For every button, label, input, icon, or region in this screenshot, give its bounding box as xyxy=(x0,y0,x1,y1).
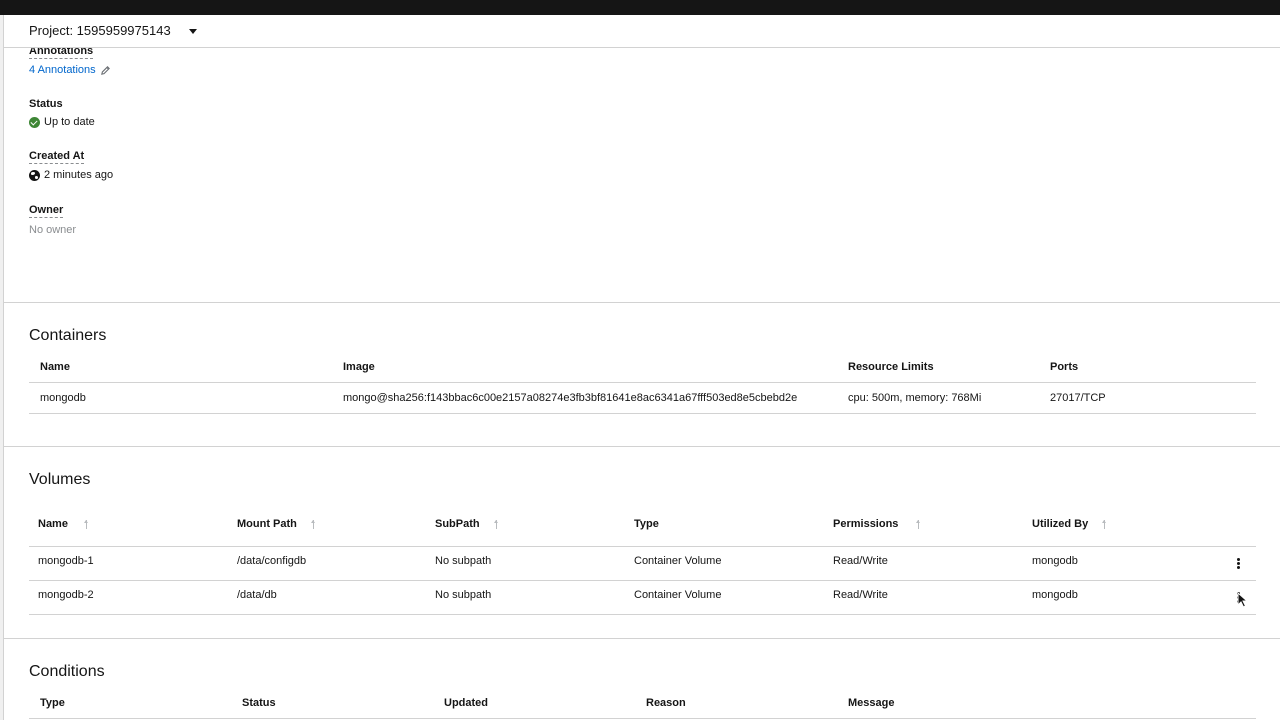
check-circle-icon xyxy=(29,116,40,128)
volume-subpath: No subpath xyxy=(435,555,492,567)
volume-name: mongodb-1 xyxy=(38,555,94,567)
annotations-value[interactable]: 4 Annotations xyxy=(29,64,111,76)
caret-down-icon xyxy=(188,28,197,34)
details-content: Annotations 4 Annotations Status Up to d… xyxy=(4,48,1280,720)
volumes-header-type: Type xyxy=(634,518,659,530)
containers-header-limits: Resource Limits xyxy=(848,361,934,373)
kebab-menu-icon[interactable] xyxy=(1236,558,1240,569)
row-divider xyxy=(29,546,1256,547)
volumes-header-permissions-label: Permissions xyxy=(833,518,899,530)
section-divider xyxy=(4,638,1280,639)
conditions-header-reason: Reason xyxy=(646,697,686,709)
annotations-term: Annotations xyxy=(29,48,94,59)
sort-icon[interactable] xyxy=(83,519,90,529)
project-bar: Project: 1595959975143 xyxy=(4,15,1280,48)
volume-permissions: Read/Write xyxy=(833,589,888,601)
volumes-header-subpath-label: SubPath xyxy=(435,518,480,530)
volume-name: mongodb-2 xyxy=(38,589,94,601)
container-name: mongodb xyxy=(40,392,86,404)
conditions-header-status: Status xyxy=(242,697,276,709)
globe-icon xyxy=(29,169,40,181)
volume-mount-path: /data/configdb xyxy=(237,555,307,567)
container-ports: 27017/TCP xyxy=(1050,392,1106,404)
volumes-header-mount[interactable]: Mount Path xyxy=(237,518,317,530)
status-term: Status xyxy=(29,98,63,110)
container-image: mongo@sha256:f143bbac6c00e2157a08274e3fb… xyxy=(343,392,798,404)
volumes-header-mount-label: Mount Path xyxy=(237,518,297,530)
containers-header-ports: Ports xyxy=(1050,361,1079,373)
volumes-header-utilized[interactable]: Utilized By xyxy=(1032,518,1108,530)
volume-type: Container Volume xyxy=(634,555,722,567)
container-limits: cpu: 500m, memory: 768Mi xyxy=(848,392,982,404)
annotations-link[interactable]: 4 Annotations xyxy=(29,64,96,76)
pencil-icon[interactable] xyxy=(100,65,111,76)
conditions-title: Conditions xyxy=(29,663,105,680)
sort-icon[interactable] xyxy=(493,519,500,529)
created-at-term: Created At xyxy=(29,150,85,164)
status-value: Up to date xyxy=(29,116,95,128)
project-selector-label: Project: 1595959975143 xyxy=(29,23,171,38)
conditions-header-type: Type xyxy=(40,697,65,709)
created-at-value: 2 minutes ago xyxy=(29,169,113,181)
row-divider xyxy=(29,718,1256,719)
volume-subpath: No subpath xyxy=(435,589,492,601)
project-selector[interactable]: Project: 1595959975143 xyxy=(29,23,197,38)
row-divider xyxy=(29,382,1256,383)
volume-permissions: Read/Write xyxy=(833,555,888,567)
section-divider xyxy=(4,302,1280,303)
owner-value: No owner xyxy=(29,224,77,236)
row-divider xyxy=(29,614,1256,615)
mouse-pointer-icon xyxy=(1237,592,1249,608)
containers-header-name: Name xyxy=(40,361,70,373)
volumes-header-name-label: Name xyxy=(38,518,68,530)
containers-title: Containers xyxy=(29,327,107,344)
volumes-header-utilized-label: Utilized By xyxy=(1032,518,1089,530)
conditions-header-updated: Updated xyxy=(444,697,488,709)
sort-icon[interactable] xyxy=(1102,519,1108,529)
volume-utilized-by: mongodb xyxy=(1032,555,1078,567)
conditions-header-message: Message xyxy=(848,697,895,709)
created-at-text: 2 minutes ago xyxy=(44,169,114,181)
volume-mount-path: /data/db xyxy=(237,589,277,601)
row-divider xyxy=(29,580,1256,581)
volumes-header-name[interactable]: Name xyxy=(38,518,90,530)
owner-term: Owner xyxy=(29,204,64,218)
volume-type: Container Volume xyxy=(634,589,722,601)
volumes-header-permissions[interactable]: Permissions xyxy=(833,518,922,530)
volumes-header-subpath[interactable]: SubPath xyxy=(435,518,500,530)
containers-header-image: Image xyxy=(343,361,375,373)
volume-utilized-by: mongodb xyxy=(1032,589,1078,601)
section-divider xyxy=(4,446,1280,447)
volumes-title: Volumes xyxy=(29,471,91,488)
row-divider xyxy=(29,413,1256,414)
top-masthead xyxy=(0,0,1280,15)
status-text: Up to date xyxy=(44,116,95,128)
sort-icon[interactable] xyxy=(310,519,317,529)
sort-icon[interactable] xyxy=(916,519,922,529)
